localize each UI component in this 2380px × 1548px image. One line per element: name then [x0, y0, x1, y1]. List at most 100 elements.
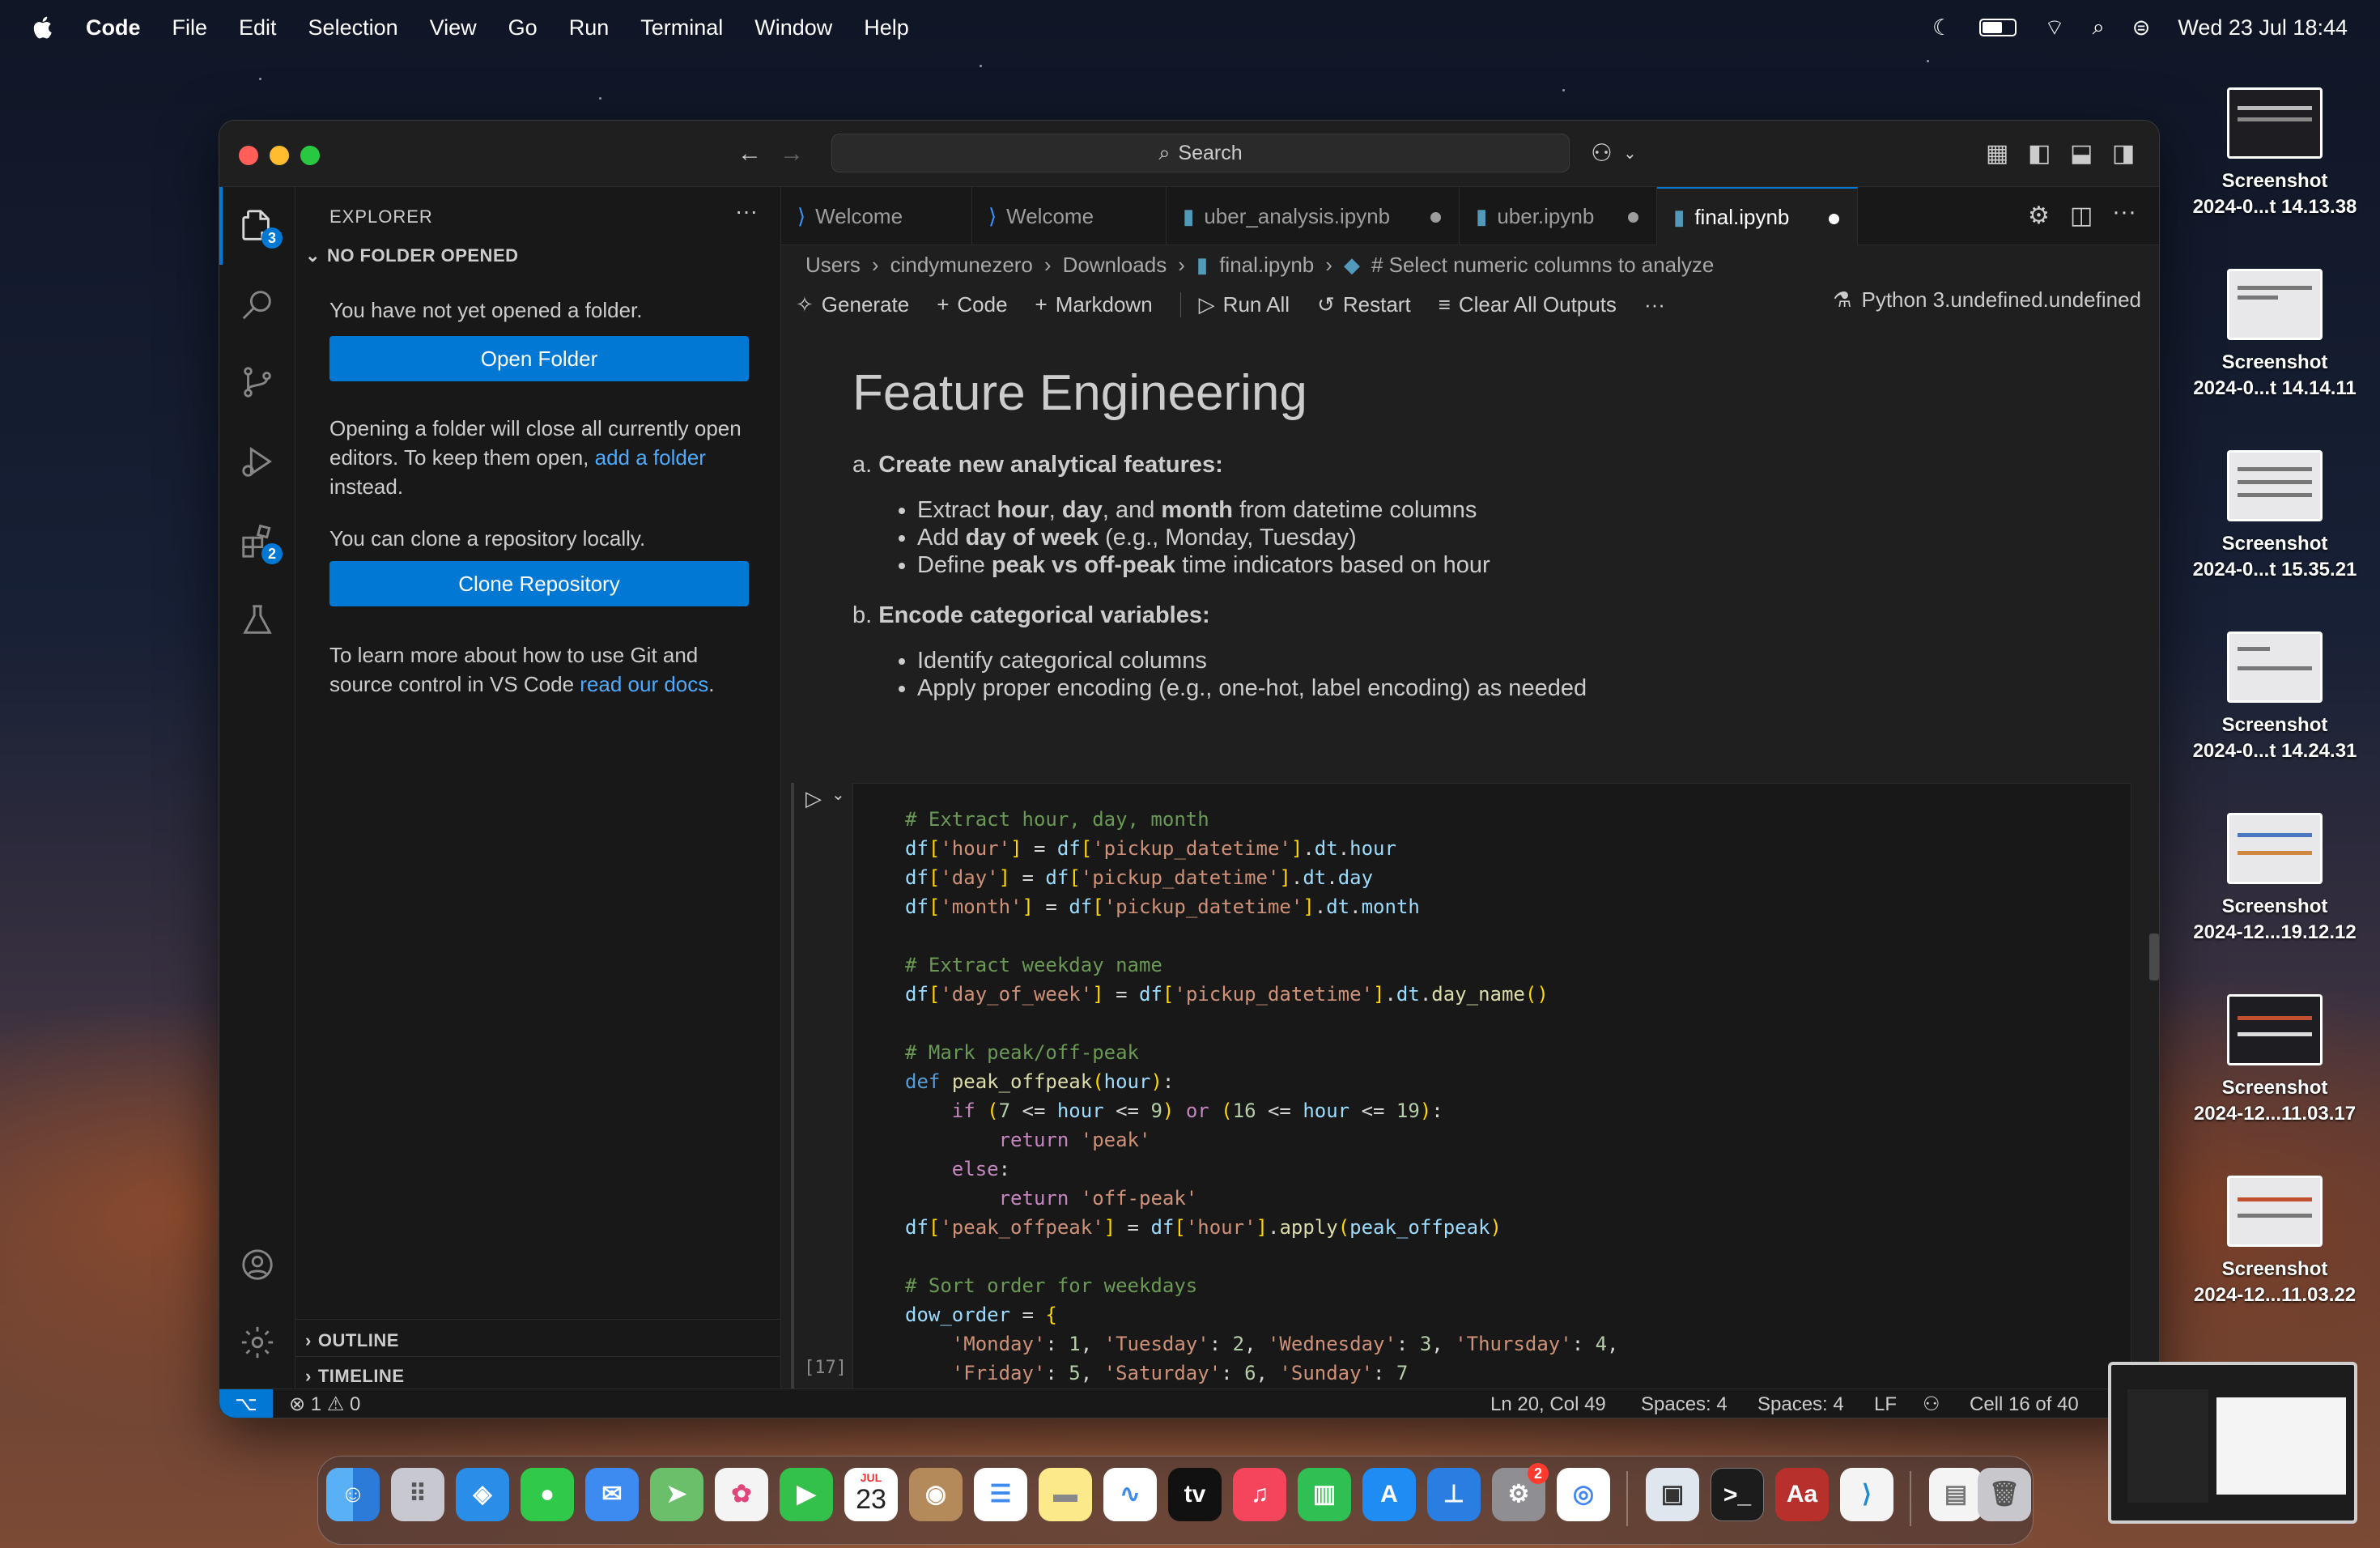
cursor-position[interactable]: Ln 20, Col 49: [1490, 1389, 1606, 1418]
menu-window[interactable]: Window: [754, 15, 832, 40]
outline-section-header[interactable]: › OUTLINE: [305, 1330, 399, 1351]
cell-indicator[interactable]: Cell 16 of 40: [1970, 1389, 2079, 1418]
toggle-panel-icon[interactable]: ⬓: [2070, 140, 2093, 168]
menu-edit[interactable]: Edit: [239, 15, 277, 40]
source-control-icon[interactable]: [239, 364, 276, 401]
apple-menu-icon[interactable]: [31, 15, 57, 40]
generate-button[interactable]: ✧ Generate: [796, 292, 909, 317]
markdown-cell[interactable]: Feature Engineering a. Create new analyt…: [852, 365, 1587, 725]
restart-button[interactable]: ↺ Restart: [1317, 292, 1411, 317]
back-arrow-icon[interactable]: ←: [737, 140, 762, 168]
mail-icon[interactable]: ✉: [585, 1468, 639, 1521]
no-folder-section-header[interactable]: ⌄ NO FOLDER OPENED: [305, 245, 519, 266]
chrome-icon[interactable]: ◎: [1557, 1468, 1610, 1521]
unsaved-dot-icon[interactable]: [1628, 212, 1638, 223]
breadcrumb-item[interactable]: final.ipynb: [1219, 253, 1314, 278]
menu-terminal[interactable]: Terminal: [640, 15, 723, 40]
close-window-button[interactable]: [239, 146, 258, 165]
unsaved-dot-icon[interactable]: [1430, 212, 1441, 223]
add-code-button[interactable]: + Code: [937, 292, 1007, 317]
run-all-button[interactable]: ▷ Run All: [1179, 291, 1290, 317]
desktop-file[interactable]: Screenshot 2024-12...19.12.12: [2174, 813, 2375, 946]
screenshot-preview-thumbnail[interactable]: [2108, 1362, 2357, 1524]
spotlight-search-icon[interactable]: ⌕: [2093, 15, 2105, 40]
indentation-1[interactable]: Spaces: 4: [1641, 1389, 1728, 1418]
toggle-secondary-sidebar-icon[interactable]: ◨: [2112, 140, 2135, 168]
tab-final[interactable]: ▮ final.ipynb: [1657, 187, 1858, 245]
open-folder-button[interactable]: Open Folder: [329, 336, 749, 381]
extensions-icon[interactable]: 2: [239, 522, 283, 564]
code-cell[interactable]: # Extract hour, day, month df['hour'] = …: [852, 783, 2131, 1389]
breadcrumb-item[interactable]: # Select numeric columns to analyze: [1371, 253, 1714, 278]
breadcrumb-item[interactable]: cindymunezero: [890, 253, 1033, 278]
more-actions-icon[interactable]: ···: [735, 198, 758, 224]
indentation-2[interactable]: Spaces: 4: [1757, 1389, 1844, 1418]
end-of-line[interactable]: LF: [1874, 1389, 1897, 1418]
messages-icon[interactable]: ●: [521, 1468, 574, 1521]
finder-icon[interactable]: ☺: [326, 1468, 380, 1521]
clone-repository-button[interactable]: Clone Repository: [329, 561, 749, 606]
more-actions-icon[interactable]: ···: [2112, 198, 2136, 226]
reminders-icon[interactable]: ☰: [974, 1468, 1027, 1521]
customize-layout-icon[interactable]: ▦: [1986, 140, 2008, 168]
add-markdown-button[interactable]: + Markdown: [1035, 292, 1153, 317]
preview-icon[interactable]: ▣: [1646, 1468, 1699, 1521]
split-editor-icon[interactable]: ◫: [2070, 202, 2093, 230]
control-center-icon[interactable]: ⊜: [2132, 15, 2151, 40]
battery-icon[interactable]: [1979, 19, 2017, 36]
unsaved-dot-icon[interactable]: [1829, 214, 1839, 224]
run-debug-icon[interactable]: [239, 443, 276, 480]
desktop-file[interactable]: Screenshot 2024-12...11.03.22: [2174, 1176, 2375, 1308]
kernel-picker[interactable]: ⚗ Python 3.undefined.undefined: [1833, 287, 2141, 313]
safari-icon[interactable]: ◈: [456, 1468, 509, 1521]
toggle-primary-sidebar-icon[interactable]: ◧: [2028, 140, 2051, 168]
launchpad-icon[interactable]: ⠿: [391, 1468, 444, 1521]
timeline-section-header[interactable]: › TIMELINE: [305, 1366, 405, 1387]
chevron-down-icon[interactable]: ⌄: [831, 785, 845, 805]
menu-view[interactable]: View: [430, 15, 477, 40]
menu-go[interactable]: Go: [508, 15, 538, 40]
desktop-file[interactable]: Screenshot 2024-0...t 15.35.21: [2174, 450, 2375, 583]
forward-arrow-icon[interactable]: →: [780, 140, 804, 168]
minimize-window-button[interactable]: [270, 146, 289, 165]
tab-uber[interactable]: ▮ uber.ipynb: [1460, 187, 1657, 245]
add-folder-link[interactable]: add a folder: [595, 445, 706, 470]
numbers-icon[interactable]: ▥: [1298, 1468, 1351, 1521]
tab-welcome-2[interactable]: ⟩ Welcome: [972, 187, 1167, 245]
music-icon[interactable]: ♫: [1233, 1468, 1286, 1521]
tab-uber-analysis[interactable]: ▮ uber_analysis.ipynb: [1167, 187, 1460, 245]
chevron-down-icon[interactable]: ⌄: [1623, 140, 1637, 168]
search-icon[interactable]: [239, 286, 276, 323]
facetime-icon[interactable]: ▶: [780, 1468, 833, 1521]
manage-gear-icon[interactable]: [239, 1324, 276, 1361]
problems-indicator[interactable]: ⊗ 1 ⚠ 0: [289, 1389, 360, 1418]
tv-icon[interactable]: tv: [1168, 1468, 1222, 1521]
notes-icon[interactable]: ▬: [1039, 1468, 1092, 1521]
explorer-icon[interactable]: 3: [239, 206, 283, 249]
menu-run[interactable]: Run: [569, 15, 610, 40]
desktop-file[interactable]: Screenshot 2024-0...t 14.13.38: [2174, 87, 2375, 220]
desktop-file[interactable]: Screenshot 2024-0...t 14.24.31: [2174, 632, 2375, 764]
accounts-icon[interactable]: [239, 1246, 276, 1283]
menu-file[interactable]: File: [172, 15, 208, 40]
contacts-icon[interactable]: ◉: [909, 1468, 963, 1521]
tab-welcome-1[interactable]: ⟩ Welcome: [781, 187, 972, 245]
copilot-status-icon[interactable]: ⚇: [1923, 1389, 1940, 1418]
breadcrumb-item[interactable]: Users: [805, 253, 861, 278]
trash-icon[interactable]: 🗑: [1978, 1468, 2031, 1521]
menu-help[interactable]: Help: [864, 15, 909, 40]
desktop-file[interactable]: Screenshot 2024-0...t 14.14.11: [2174, 269, 2375, 402]
system-settings-icon[interactable]: ⚙ 2: [1492, 1463, 1549, 1521]
app-store-icon[interactable]: A: [1362, 1468, 1416, 1521]
command-center-search[interactable]: ⌕ Search: [831, 134, 1570, 172]
menu-app-name[interactable]: Code: [86, 15, 141, 40]
zoom-window-button[interactable]: [300, 146, 320, 165]
breadcrumb-item[interactable]: Downloads: [1063, 253, 1167, 278]
run-cell-play-icon[interactable]: ▷: [805, 786, 822, 811]
photos-icon[interactable]: ✿: [715, 1468, 768, 1521]
menu-clock[interactable]: Wed 23 Jul 18:44: [2178, 15, 2348, 40]
clear-outputs-button[interactable]: ≡ Clear All Outputs: [1439, 292, 1617, 317]
dictionary-icon[interactable]: Aa: [1775, 1468, 1829, 1521]
more-actions-icon[interactable]: ···: [1644, 292, 1665, 317]
focus-moon-icon[interactable]: ☾: [1932, 15, 1952, 40]
